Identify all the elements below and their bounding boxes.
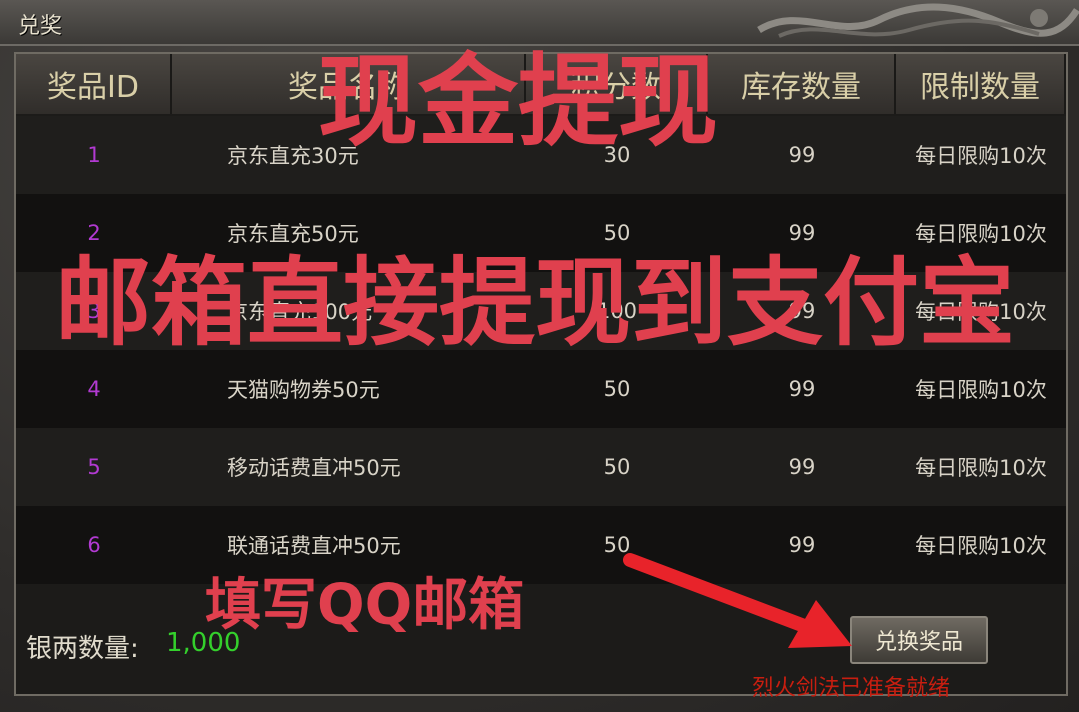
header-stock: 库存数量 xyxy=(708,54,896,114)
status-message: 烈火剑法已准备就绪 xyxy=(752,676,951,701)
prize-id: 1 xyxy=(87,143,101,167)
prize-points: 50 xyxy=(603,377,631,401)
prize-name: 联通话费直冲50元 xyxy=(227,534,401,558)
prize-limit: 每日限购10次 xyxy=(915,456,1047,480)
prize-stock: 99 xyxy=(788,143,816,167)
silver-amount-label: 银两数量: xyxy=(26,634,139,664)
prize-id: 4 xyxy=(87,377,101,401)
exchange-prize-button[interactable]: 兑换奖品 xyxy=(850,616,988,664)
overlay-hint: 填写QQ邮箱 xyxy=(205,573,525,638)
table-row[interactable]: 6 联通话费直冲50元 50 99 每日限购10次 xyxy=(16,506,1066,584)
overlay-subline: 邮箱直接提现到支付宝 xyxy=(55,247,1015,359)
overlay-headline: 现金提现 xyxy=(318,43,718,160)
prize-id: 5 xyxy=(87,455,101,479)
prize-id: 6 xyxy=(87,533,101,557)
prize-stock: 99 xyxy=(788,455,816,479)
dragon-ornament-icon xyxy=(757,3,1079,38)
arrow-icon xyxy=(623,553,852,648)
exchange-window: 兑奖 奖品ID 奖品名称 积分数 库存数量 限制数量 1 京东直充30元 30 … xyxy=(0,0,1079,712)
table-row[interactable]: 5 移动话费直冲50元 50 99 每日限购10次 xyxy=(16,428,1066,506)
prize-name: 天猫购物券50元 xyxy=(227,378,380,402)
prize-limit: 每日限购10次 xyxy=(915,534,1047,558)
header-limit: 限制数量 xyxy=(896,54,1066,114)
prize-stock: 99 xyxy=(788,377,816,401)
prize-points: 50 xyxy=(603,455,631,479)
prize-name: 移动话费直冲50元 xyxy=(227,456,401,480)
prize-limit: 每日限购10次 xyxy=(915,378,1047,402)
prize-limit: 每日限购10次 xyxy=(915,144,1047,168)
window-title: 兑奖 xyxy=(18,14,63,39)
header-prize-id: 奖品ID xyxy=(16,54,172,114)
